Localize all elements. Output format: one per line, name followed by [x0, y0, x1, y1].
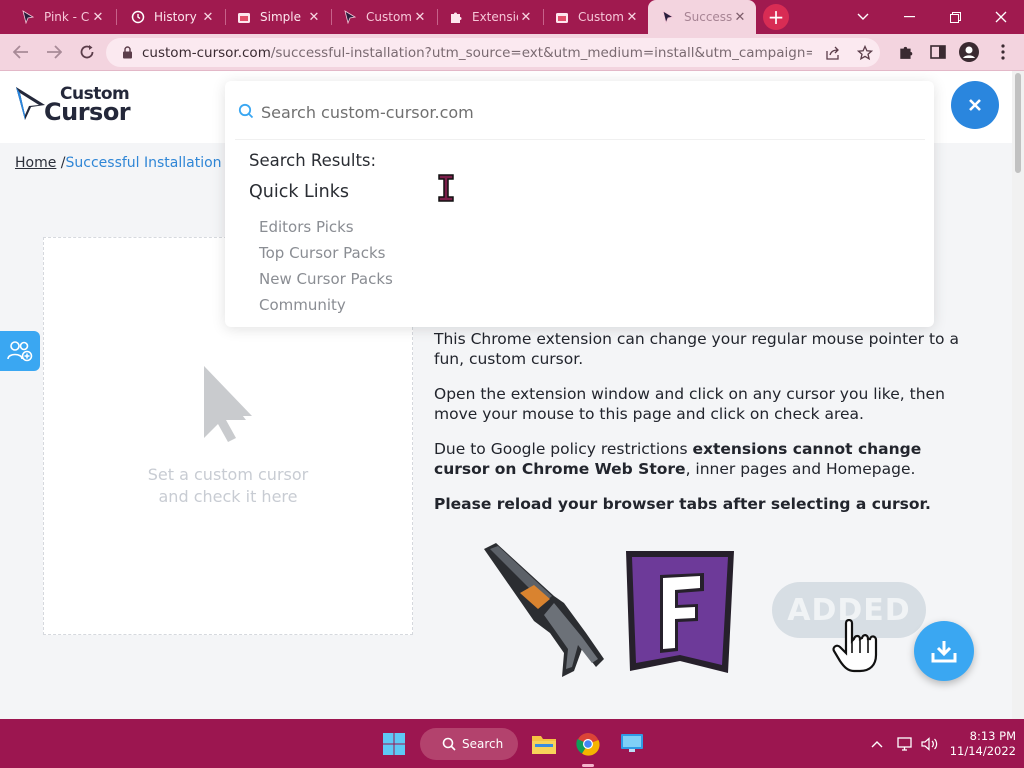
quick-link-editors-picks[interactable]: Editors Picks: [259, 216, 393, 242]
close-window-button[interactable]: [978, 0, 1024, 34]
download-icon: [931, 641, 957, 663]
side-panel-icon[interactable]: [927, 41, 949, 63]
tab-label: History: [154, 10, 197, 24]
tab-label: Success: [684, 10, 732, 24]
start-windows-icon[interactable]: [378, 727, 410, 761]
file-explorer-icon[interactable]: [528, 727, 560, 761]
instruction-paragraph: Open the extension window and click on a…: [434, 385, 945, 423]
check-area-hint: Set a custom cursor and check it here: [147, 465, 309, 506]
reload-icon[interactable]: [74, 39, 100, 65]
quick-link-top-cursor-packs[interactable]: Top Cursor Packs: [259, 242, 393, 268]
browser-tab-active[interactable]: Success ✕: [648, 0, 756, 34]
back-arrow-icon[interactable]: [8, 39, 34, 65]
search-icon: [238, 103, 254, 119]
minimize-button[interactable]: [886, 0, 932, 34]
cursor-favicon-icon: [20, 9, 36, 25]
quick-links-list: Editors Picks Top Cursor Packs New Curso…: [259, 216, 393, 320]
close-tab-icon[interactable]: ✕: [518, 9, 534, 25]
browser-tab[interactable]: Simple ✕: [224, 0, 330, 34]
clock-date: 11/14/2022: [949, 744, 1016, 758]
extensions-puzzle-icon[interactable]: [895, 41, 917, 63]
close-tab-icon[interactable]: ✕: [200, 9, 216, 25]
browser-tab[interactable]: Custom ✕: [542, 0, 648, 34]
tab-label: Extensio: [472, 10, 518, 24]
download-button[interactable]: [914, 621, 974, 681]
quick-link-new-cursor-packs[interactable]: New Cursor Packs: [259, 268, 393, 294]
cursor-favicon-icon: [660, 9, 676, 25]
tab-strip: Pink - C ✕ History ✕ Simple ✕ Custom ✕ E…: [0, 0, 1024, 34]
menu-kebab-icon[interactable]: [992, 41, 1014, 63]
search-results-heading: Search Results:: [249, 151, 377, 170]
browser-tab[interactable]: Extensio ✕: [436, 0, 542, 34]
restore-button[interactable]: [932, 0, 978, 34]
policy-paragraph: Due to Google policy restrictions extens…: [434, 440, 922, 478]
instruction-paragraph: This Chrome extension can change your re…: [434, 330, 959, 368]
scrollbar-thumb[interactable]: [1015, 73, 1021, 173]
taskbar-search-button[interactable]: Search: [420, 728, 518, 760]
breadcrumb: Home /Successful Installation: [15, 155, 222, 171]
bookmark-star-icon[interactable]: [856, 44, 874, 62]
browser-toolbar: custom-cursor.com/successful-installatio…: [0, 34, 1024, 71]
browser-tab[interactable]: History ✕: [118, 0, 224, 34]
close-tab-icon[interactable]: ✕: [412, 9, 428, 25]
close-search-button[interactable]: [951, 81, 999, 129]
windows-taskbar: Search 8:13 PM 11/14/2022: [0, 719, 1024, 768]
quick-links-heading: Quick Links: [249, 182, 350, 202]
close-tab-icon[interactable]: ✕: [624, 9, 640, 25]
hand-pointer-cursor-icon: [832, 619, 878, 673]
breadcrumb-current: Successful Installation: [65, 155, 222, 171]
search-divider: [235, 139, 925, 140]
lock-icon[interactable]: [118, 46, 136, 59]
search-icon: [442, 737, 456, 751]
show-hidden-icons-chevron-icon[interactable]: [868, 719, 886, 768]
url-text: custom-cursor.com/successful-installatio…: [142, 44, 812, 61]
clock-time: 8:13 PM: [969, 729, 1016, 743]
site-logo[interactable]: Custom Cursor: [14, 84, 138, 126]
text-ibeam-cursor-icon: [438, 174, 454, 202]
close-tab-icon[interactable]: ✕: [306, 9, 322, 25]
search-dropdown: Search Results: Quick Links Editors Pick…: [225, 81, 934, 327]
tab-label: Custom: [578, 10, 624, 24]
breadcrumb-home-link[interactable]: Home: [15, 155, 56, 171]
chrome-running-indicator: [582, 764, 594, 767]
tab-label: Pink - C: [44, 10, 90, 24]
close-tab-icon[interactable]: ✕: [732, 9, 748, 25]
browser-tab[interactable]: Pink - C ✕: [8, 0, 114, 34]
install-instructions: This Chrome extension can change your re…: [434, 329, 974, 529]
page-scrollbar[interactable]: [1012, 71, 1024, 719]
store-icon: [554, 9, 570, 25]
cursor-favicon-icon: [342, 9, 358, 25]
network-icon[interactable]: [895, 719, 915, 768]
chrome-icon[interactable]: [572, 727, 604, 761]
share-icon[interactable]: [824, 44, 842, 62]
site-search-input[interactable]: [261, 95, 901, 129]
tab-label: Custom: [366, 10, 412, 24]
reload-notice: Please reload your browser tabs after se…: [434, 495, 931, 513]
browser-tab[interactable]: Custom ✕: [330, 0, 436, 34]
tab-label: Simple: [260, 10, 301, 24]
logo-text-cursor: Cursor: [44, 98, 131, 126]
tab-search-icon[interactable]: [840, 0, 886, 34]
taskbar-clock[interactable]: 8:13 PM 11/14/2022: [946, 729, 1016, 759]
forward-arrow-icon[interactable]: [41, 39, 67, 65]
monitor-app-icon[interactable]: [616, 727, 648, 761]
volume-icon[interactable]: [919, 719, 939, 768]
users-add-icon: [7, 341, 33, 362]
fortnite-f-cursor-image: [626, 551, 734, 673]
pointer-arrow-icon: [204, 366, 252, 442]
community-button[interactable]: [0, 331, 40, 371]
history-icon: [130, 9, 146, 25]
page-viewport: Custom Cursor Home /Successful Installat…: [0, 71, 1024, 719]
shotgun-cursor-image: [484, 543, 604, 677]
address-bar[interactable]: custom-cursor.com/successful-installatio…: [106, 38, 880, 67]
profile-avatar-icon[interactable]: [958, 41, 980, 63]
store-icon: [236, 9, 252, 25]
quick-link-community[interactable]: Community: [259, 294, 393, 320]
new-tab-button[interactable]: +: [763, 4, 789, 30]
puzzle-icon: [448, 9, 464, 25]
close-tab-icon[interactable]: ✕: [90, 9, 106, 25]
